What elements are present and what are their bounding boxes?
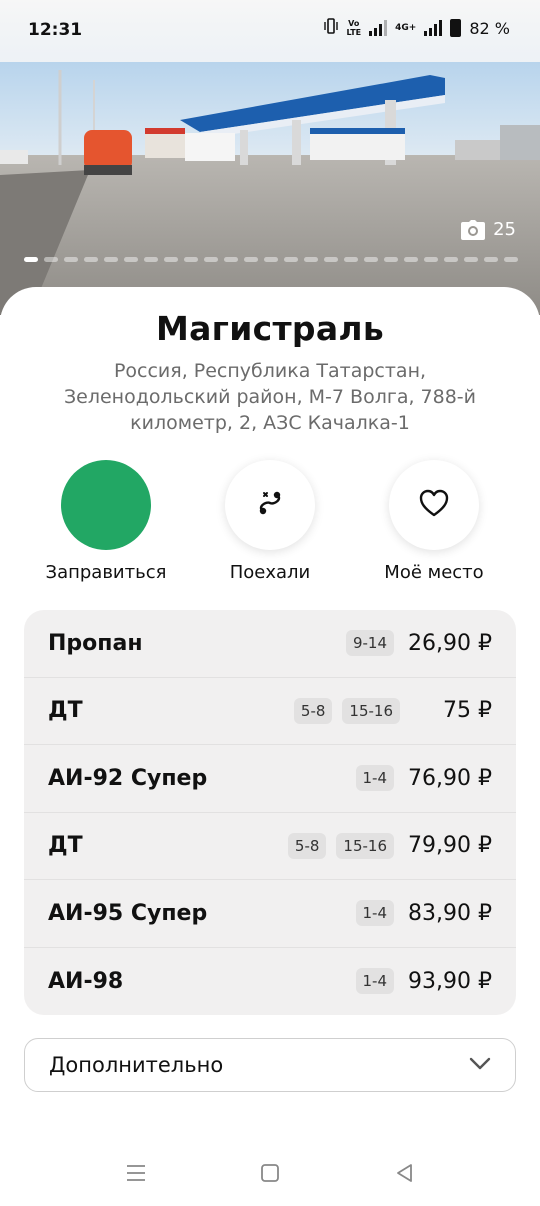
back-icon[interactable] bbox=[387, 1156, 421, 1190]
photo-progress-segment bbox=[424, 257, 438, 262]
chevron-down-icon bbox=[469, 1056, 491, 1075]
my-place-label: Моё место bbox=[384, 562, 484, 583]
photo-progress-segment bbox=[204, 257, 218, 262]
fuel-price: 26,90 ₽ bbox=[408, 630, 492, 656]
fuel-name: АИ-98 bbox=[48, 968, 124, 994]
pump-tag: 1-4 bbox=[355, 765, 395, 792]
photo-progress-segment bbox=[344, 257, 358, 262]
fuel-price-row[interactable]: Пропан 9-14 26,90 ₽ bbox=[24, 610, 516, 678]
screen: 25 12:31 Vo LTE 4G+ 82 % Магистраль Росс… bbox=[0, 0, 540, 1206]
pump-tags: 5-8 15-16 bbox=[287, 832, 395, 859]
network-type: 4G+ bbox=[395, 23, 417, 33]
system-nav-bar bbox=[0, 1140, 540, 1206]
photo-progress-segment bbox=[84, 257, 98, 262]
route-icon bbox=[254, 487, 286, 523]
my-place-button[interactable] bbox=[389, 460, 479, 550]
refuel-label: Заправиться bbox=[45, 562, 167, 583]
volte-indicator: Vo LTE bbox=[346, 19, 362, 37]
photo-progress bbox=[24, 257, 518, 262]
pump-tags: 5-8 15-16 bbox=[293, 697, 400, 724]
pump-tag: 1-4 bbox=[355, 968, 395, 995]
status-icons: Vo LTE 4G+ 82 % bbox=[324, 18, 510, 38]
fuel-name: АИ-92 Супер bbox=[48, 765, 208, 791]
pump-tags: 1-4 bbox=[355, 900, 395, 927]
photo-progress-segment bbox=[504, 257, 518, 262]
fuel-price: 76,90 ₽ bbox=[408, 765, 492, 791]
signal-icon bbox=[369, 20, 388, 36]
vibrate-icon bbox=[324, 18, 339, 38]
pump-tag: 1-4 bbox=[355, 900, 395, 927]
photo-progress-segment bbox=[164, 257, 178, 262]
fuel-price: 75 ₽ bbox=[443, 698, 492, 724]
photo-progress-segment bbox=[284, 257, 298, 262]
fuel-price: 83,90 ₽ bbox=[408, 900, 492, 926]
photo-progress-segment bbox=[404, 257, 418, 262]
pump-tag: 15-16 bbox=[342, 697, 400, 724]
signal-icon-2 bbox=[424, 20, 443, 36]
more-dropdown[interactable]: Дополнительно bbox=[24, 1038, 516, 1092]
pump-tags: 1-4 bbox=[355, 765, 395, 792]
more-label: Дополнительно bbox=[49, 1053, 224, 1077]
photo-progress-segment bbox=[304, 257, 318, 262]
photo-progress-segment bbox=[324, 257, 338, 262]
place-title: Магистраль bbox=[155, 309, 385, 348]
status-bar: 12:31 Vo LTE 4G+ 82 % bbox=[0, 0, 540, 62]
photo-progress-segment bbox=[144, 257, 158, 262]
fuel-price-row[interactable]: АИ-95 Супер 1-4 83,90 ₽ bbox=[24, 880, 516, 948]
pump-tag: 9-14 bbox=[345, 630, 395, 657]
pump-tag: 5-8 bbox=[287, 832, 327, 859]
status-time: 12:31 bbox=[28, 20, 83, 40]
heart-icon bbox=[418, 488, 450, 522]
menu-icon[interactable] bbox=[119, 1156, 153, 1190]
photo-progress-segment bbox=[44, 257, 58, 262]
pump-tag: 5-8 bbox=[293, 697, 333, 724]
route-label: Поехали bbox=[229, 562, 311, 583]
photo-progress-segment bbox=[264, 257, 278, 262]
pump-tags: 9-14 bbox=[345, 630, 395, 657]
fuel-price-row[interactable]: АИ-92 Супер 1-4 76,90 ₽ bbox=[24, 745, 516, 813]
route-button[interactable] bbox=[225, 460, 315, 550]
photo-progress-segment bbox=[104, 257, 118, 262]
fuel-price-list: Пропан 9-14 26,90 ₽ ДТ 5-8 15-16 75 ₽ АИ… bbox=[24, 610, 516, 1015]
battery-icon bbox=[450, 19, 462, 37]
battery-level: 82 % bbox=[469, 18, 510, 38]
refuel-button[interactable] bbox=[61, 460, 151, 550]
action-buttons: Заправиться Поехали Моё место bbox=[0, 460, 540, 590]
photo-progress-segment bbox=[184, 257, 198, 262]
fuel-name: ДТ bbox=[48, 698, 83, 724]
photo-progress-segment bbox=[464, 257, 478, 262]
refuel-action[interactable]: Заправиться bbox=[26, 460, 186, 583]
place-address: Россия, Республика Татарстан, Зеленодоль… bbox=[63, 360, 477, 434]
fuel-price-row[interactable]: ДТ 5-8 15-16 79,90 ₽ bbox=[24, 813, 516, 880]
fuel-price: 93,90 ₽ bbox=[408, 968, 492, 994]
my-place-action[interactable]: Моё место bbox=[354, 460, 514, 583]
photo-progress-segment bbox=[244, 257, 258, 262]
photo-count: 25 bbox=[461, 219, 516, 240]
photo-progress-segment bbox=[484, 257, 498, 262]
fuel-price: 79,90 ₽ bbox=[408, 833, 492, 859]
photo-count-value: 25 bbox=[493, 219, 516, 240]
place-card: Магистраль Россия, Республика Татарстан,… bbox=[0, 287, 540, 1206]
photo-progress-segment bbox=[64, 257, 78, 262]
photo-progress-segment bbox=[24, 257, 38, 262]
pump-tags: 1-4 bbox=[355, 968, 395, 995]
fuel-name: Пропан bbox=[48, 630, 143, 656]
fuel-name: АИ-95 Супер bbox=[48, 900, 208, 926]
photo-progress-segment bbox=[384, 257, 398, 262]
fuel-name: ДТ bbox=[48, 833, 83, 859]
photo-progress-segment bbox=[364, 257, 378, 262]
pump-tag: 15-16 bbox=[336, 832, 395, 859]
fuel-price-row[interactable]: АИ-98 1-4 93,90 ₽ bbox=[24, 948, 516, 1016]
photo-progress-segment bbox=[124, 257, 138, 262]
camera-icon bbox=[461, 219, 486, 240]
route-action[interactable]: Поехали bbox=[190, 460, 350, 583]
fuel-price-row[interactable]: ДТ 5-8 15-16 75 ₽ bbox=[24, 678, 516, 745]
home-icon[interactable] bbox=[253, 1156, 287, 1190]
photo-progress-segment bbox=[444, 257, 458, 262]
photo-progress-segment bbox=[224, 257, 238, 262]
